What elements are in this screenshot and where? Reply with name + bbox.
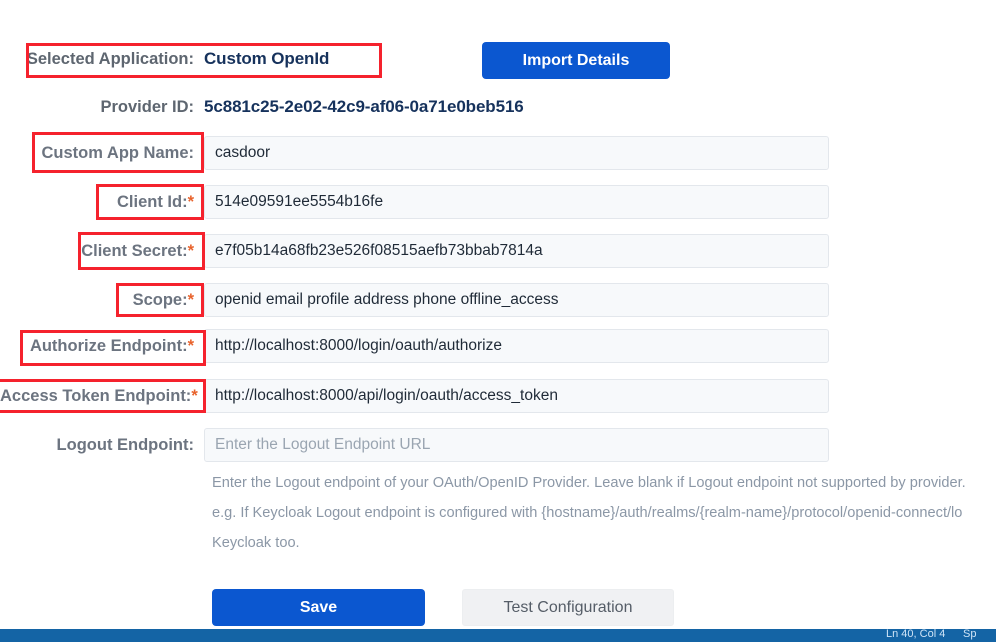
client-secret-label: Client Secret:* xyxy=(0,242,204,261)
scope-label-text: Scope: xyxy=(133,291,188,309)
access-token-endpoint-label-text: Access Token Endpoint: xyxy=(0,387,191,405)
helper-text-line-2: e.g. If Keycloak Logout endpoint is conf… xyxy=(212,498,996,528)
test-configuration-button[interactable]: Test Configuration xyxy=(462,589,674,626)
client-id-input[interactable]: 514e09591ee5554b16fe xyxy=(204,185,829,219)
access-token-endpoint-input[interactable]: http://localhost:8000/api/login/oauth/ac… xyxy=(204,379,829,413)
scope-label: Scope:* xyxy=(0,291,204,310)
selected-application-label: Selected Application: xyxy=(0,50,204,69)
logout-endpoint-row: Logout Endpoint: Enter the Logout Endpoi… xyxy=(0,427,829,463)
client-id-row: Client Id:* 514e09591ee5554b16fe xyxy=(0,184,829,220)
authorize-endpoint-label: Authorize Endpoint:* xyxy=(0,337,204,356)
logout-endpoint-label: Logout Endpoint: xyxy=(0,436,204,455)
custom-app-name-input[interactable]: casdoor xyxy=(204,136,829,170)
logout-endpoint-input[interactable]: Enter the Logout Endpoint URL xyxy=(204,428,829,462)
selected-application-value: Custom OpenId xyxy=(204,49,329,69)
client-secret-label-text: Client Secret: xyxy=(81,242,187,260)
authorize-endpoint-label-text: Authorize Endpoint: xyxy=(30,337,188,355)
provider-id-row: Provider ID: 5c881c25-2e02-42c9-af06-0a7… xyxy=(0,93,524,121)
logout-endpoint-label-text: Logout Endpoint: xyxy=(57,436,194,454)
editor-status-bar: Ln 40, Col 4 Sp xyxy=(0,629,996,642)
provider-id-label: Provider ID: xyxy=(0,98,204,117)
authorize-endpoint-row: Authorize Endpoint:* http://localhost:80… xyxy=(0,328,829,364)
access-token-endpoint-label: Access Token Endpoint:* xyxy=(0,387,204,406)
provider-id-value: 5c881c25-2e02-42c9-af06-0a71e0beb516 xyxy=(204,97,524,117)
client-id-label-text: Client Id: xyxy=(117,193,188,211)
client-secret-row: Client Secret:* e7f05b14a68fb23e526f0851… xyxy=(0,233,829,269)
custom-app-name-label: Custom App Name: xyxy=(0,144,204,163)
required-marker: * xyxy=(188,193,194,211)
custom-app-name-row: Custom App Name: casdoor xyxy=(0,135,829,171)
authorize-endpoint-input[interactable]: http://localhost:8000/login/oauth/author… xyxy=(204,329,829,363)
required-marker: * xyxy=(188,291,194,309)
custom-app-name-label-text: Custom App Name: xyxy=(42,144,194,162)
save-button[interactable]: Save xyxy=(212,589,425,626)
client-secret-input[interactable]: e7f05b14a68fb23e526f08515aefb73bbab7814a xyxy=(204,234,829,268)
logout-endpoint-helper-text: Enter the Logout endpoint of your OAuth/… xyxy=(212,468,996,558)
helper-text-line-1: Enter the Logout endpoint of your OAuth/… xyxy=(212,468,996,498)
helper-text-line-3: Keycloak too. xyxy=(212,528,996,558)
client-id-label: Client Id:* xyxy=(0,193,204,212)
scope-row: Scope:* openid email profile address pho… xyxy=(0,282,829,318)
access-token-endpoint-row: Access Token Endpoint:* http://localhost… xyxy=(0,378,829,414)
provider-configuration-page: Selected Application: Custom OpenId Impo… xyxy=(0,0,996,642)
import-details-button[interactable]: Import Details xyxy=(482,42,670,79)
selected-application-row: Selected Application: Custom OpenId xyxy=(0,44,329,74)
scope-input[interactable]: openid email profile address phone offli… xyxy=(204,283,829,317)
required-marker: * xyxy=(191,387,197,405)
required-marker: * xyxy=(188,337,194,355)
status-spaces[interactable]: Sp xyxy=(963,629,976,640)
required-marker: * xyxy=(188,242,194,260)
status-line-column[interactable]: Ln 40, Col 4 xyxy=(886,629,945,640)
